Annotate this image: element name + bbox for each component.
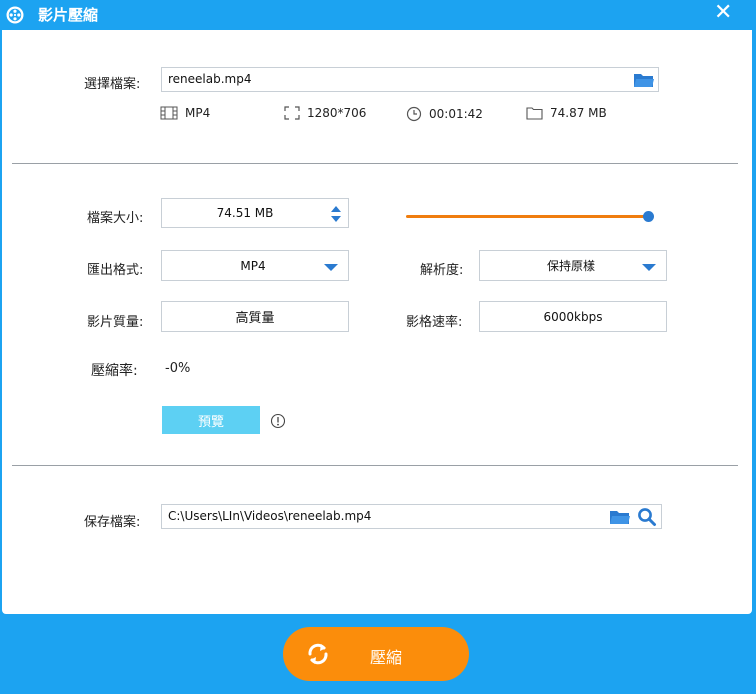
close-button[interactable]: ✕	[714, 2, 734, 24]
info-icon[interactable]	[270, 413, 286, 429]
file-size-slider[interactable]	[406, 211, 654, 223]
output-format-label: 匯出格式:	[87, 263, 144, 278]
stepper-arrows-icon[interactable]	[330, 204, 342, 224]
file-duration-info: 00:01:42	[406, 106, 483, 122]
chevron-down-icon	[324, 264, 338, 271]
film-reel-icon	[6, 6, 24, 24]
bitrate-value: 6000kbps	[543, 309, 603, 324]
output-format-select[interactable]: MP4	[161, 250, 349, 281]
film-strip-icon	[160, 106, 178, 120]
compress-button[interactable]: 壓縮	[283, 627, 469, 681]
window-title: 影片壓縮	[38, 6, 99, 24]
clock-icon	[406, 106, 422, 122]
folder-open-icon[interactable]	[633, 71, 655, 89]
quality-field[interactable]: 高質量	[161, 301, 349, 332]
save-path-field[interactable]: C:\Users\LIn\Videos\reneelab.mp4	[161, 504, 662, 529]
slider-knob[interactable]	[643, 211, 654, 222]
source-file-field[interactable]: reneelab.mp4	[161, 67, 659, 92]
file-format-value: MP4	[185, 106, 211, 120]
main-panel: 選擇檔案: reneelab.mp4 MP4 1280*706 00:01:42	[2, 30, 752, 614]
file-size-info: 74.87 MB	[526, 106, 607, 120]
resolution-icon	[284, 106, 300, 120]
search-icon[interactable]	[637, 507, 657, 527]
file-format-info: MP4	[160, 106, 210, 120]
resolution-value: 保持原樣	[546, 259, 595, 273]
compression-ratio-label: 壓縮率:	[91, 363, 138, 379]
file-size-value: 74.87 MB	[550, 106, 607, 120]
file-resolution-info: 1280*706	[284, 106, 366, 120]
preview-button[interactable]: 預覽	[162, 406, 260, 434]
output-format-value: MP4	[240, 258, 266, 273]
resolution-label: 解析度:	[420, 263, 464, 278]
quality-label: 影片質量:	[87, 315, 144, 330]
resolution-select[interactable]: 保持原樣	[479, 250, 667, 281]
compress-button-label: 壓縮	[370, 648, 403, 667]
file-resolution-value: 1280*706	[307, 106, 367, 120]
folder-open-icon[interactable]	[609, 508, 631, 526]
compression-ratio-value: -0%	[165, 361, 191, 376]
file-size-label: 檔案大小:	[87, 211, 144, 226]
divider-top	[12, 163, 738, 164]
bitrate-field[interactable]: 6000kbps	[479, 301, 667, 332]
file-size-stepper-value: 74.51 MB	[216, 206, 274, 220]
divider-bottom	[12, 465, 738, 466]
bitrate-label: 影格速率:	[406, 315, 463, 330]
folder-icon	[526, 107, 543, 120]
save-file-label: 保存檔案:	[84, 515, 141, 530]
refresh-icon	[308, 643, 328, 665]
file-duration-value: 00:01:42	[429, 107, 483, 121]
chevron-down-icon	[642, 264, 656, 271]
file-size-stepper[interactable]: 74.51 MB	[161, 198, 349, 228]
title-bar: 影片壓縮 ✕	[0, 0, 756, 30]
source-file-value: reneelab.mp4	[168, 72, 252, 86]
slider-track-fill	[406, 215, 649, 218]
save-path-value: C:\Users\LIn\Videos\reneelab.mp4	[168, 509, 372, 523]
quality-value: 高質量	[235, 311, 275, 326]
source-file-label: 選擇檔案:	[84, 77, 141, 92]
